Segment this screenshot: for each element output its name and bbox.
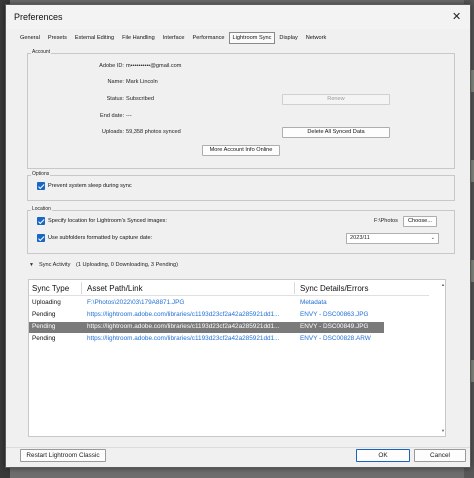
tab-file-handling[interactable]: File Handling — [118, 32, 159, 44]
window-title: Preferences — [14, 12, 63, 22]
tab-lightroom-sync[interactable]: Lightroom Sync — [228, 32, 276, 44]
status-label: Status: — [106, 96, 124, 102]
table-row[interactable]: Pending https://lightroom.adobe.com/libr… — [29, 334, 384, 345]
row-asset-path[interactable]: https://lightroom.adobe.com/libraries/c1… — [87, 311, 292, 318]
adobe-id-value: m••••••••••@gmail.com — [126, 63, 182, 69]
column-header-sync-details[interactable]: Sync Details/Errors — [300, 284, 368, 293]
tab-bar: General Presets External Editing File Handl… — [16, 32, 330, 45]
row-sync-type: Pending — [32, 311, 56, 318]
sync-activity-header[interactable]: Sync Activity (1 Uploading, 0 Downloadin… — [39, 262, 178, 268]
row-sync-details[interactable]: Metadata — [300, 299, 384, 306]
column-divider — [294, 282, 295, 294]
column-header-asset-path[interactable]: Asset Path/Link — [87, 284, 143, 293]
column-divider — [81, 282, 82, 294]
row-sync-type: Pending — [32, 335, 56, 342]
row-sync-type: Pending — [32, 323, 56, 330]
row-asset-path[interactable]: F:\Photos\2022\03\179A8871.JPG — [87, 299, 292, 306]
collapse-triangle-icon[interactable]: ▼ — [29, 262, 34, 268]
renew-button[interactable]: Renew — [282, 94, 390, 105]
tab-external-editing[interactable]: External Editing — [71, 32, 118, 44]
chevron-down-icon: ⌄ — [430, 235, 435, 241]
date-format-select[interactable]: 2023/11 ⌄ — [346, 233, 439, 244]
close-icon[interactable]: ✕ — [452, 10, 461, 23]
location-group-label: Location — [31, 206, 52, 212]
row-asset-path[interactable]: https://lightroom.adobe.com/libraries/c1… — [87, 335, 292, 342]
scroll-up-icon[interactable]: ▲ — [441, 282, 445, 287]
specify-location-label: Specify location for Lightroom's Synced … — [48, 218, 167, 224]
row-sync-type: Uploading — [32, 299, 61, 306]
end-date-label: End date: — [100, 113, 124, 119]
prevent-sleep-label: Prevent system sleep during sync — [48, 183, 132, 189]
status-value: Subscribed — [126, 96, 154, 102]
restart-lightroom-button[interactable]: Restart Lightroom Classic — [20, 449, 106, 462]
footer-divider — [6, 447, 470, 448]
tab-general[interactable]: General — [16, 32, 44, 44]
uploads-label: Uploads: — [101, 129, 124, 135]
scroll-down-icon[interactable]: ▼ — [441, 428, 445, 433]
title-bar: Preferences ✕ — [6, 5, 470, 29]
tab-presets[interactable]: Presets — [44, 32, 71, 44]
sync-activity-table: Sync Type Asset Path/Link Sync Details/E… — [28, 279, 446, 437]
subfolders-label: Use subfolders formatted by capture date… — [48, 235, 153, 241]
sync-location-path: F:\Photos — [374, 218, 398, 224]
column-header-sync-type[interactable]: Sync Type — [32, 284, 69, 293]
name-value: Mark Lincoln — [126, 79, 158, 85]
tab-display[interactable]: Display — [275, 32, 301, 44]
row-sync-details[interactable]: ENVY - DSC00863.JPG — [300, 311, 384, 318]
sync-activity-title: Sync Activity — [39, 262, 71, 268]
table-row[interactable]: Pending https://lightroom.adobe.com/libr… — [29, 310, 384, 321]
more-account-info-button[interactable]: More Account Info Online — [202, 145, 280, 156]
ok-button[interactable]: OK — [356, 449, 410, 462]
choose-location-button[interactable]: Choose... — [403, 216, 437, 227]
name-label: Name: — [107, 79, 124, 85]
date-format-value: 2023/11 — [350, 235, 370, 241]
tab-network[interactable]: Network — [302, 32, 331, 44]
delete-synced-data-button[interactable]: Delete All Synced Data — [282, 127, 390, 138]
options-group-label: Options — [31, 171, 51, 177]
account-group-label: Account — [31, 49, 52, 55]
location-group — [27, 210, 455, 254]
table-row[interactable]: Uploading F:\Photos\2022\03\179A8871.JPG… — [29, 298, 384, 309]
sync-activity-summary: (1 Uploading, 0 Downloading, 3 Pending) — [75, 262, 178, 268]
table-header: Sync Type Asset Path/Link Sync Details/E… — [29, 280, 429, 296]
row-asset-path[interactable]: https://lightroom.adobe.com/libraries/c1… — [87, 323, 292, 330]
prevent-sleep-checkbox[interactable] — [37, 182, 45, 190]
specify-location-checkbox[interactable] — [37, 217, 45, 225]
table-scrollbar[interactable]: ▲ ▼ — [441, 282, 446, 436]
uploads-value: 59,358 photos synced — [126, 129, 181, 135]
row-sync-details[interactable]: ENVY - DSC00849.JPG — [300, 323, 384, 330]
table-row-selected[interactable]: Pending https://lightroom.adobe.com/libr… — [29, 322, 384, 333]
adobe-id-label: Adobe ID: — [99, 63, 124, 69]
cancel-button[interactable]: Cancel — [414, 449, 466, 462]
preferences-dialog: Preferences ✕ General Presets External Edi… — [5, 4, 471, 468]
end-date-value: --- — [126, 113, 132, 119]
tab-interface[interactable]: Interface — [159, 32, 189, 44]
tab-performance[interactable]: Performance — [189, 32, 229, 44]
row-sync-details[interactable]: ENVY - DSC00828.ARW — [300, 335, 384, 342]
subfolders-checkbox[interactable] — [37, 234, 45, 242]
